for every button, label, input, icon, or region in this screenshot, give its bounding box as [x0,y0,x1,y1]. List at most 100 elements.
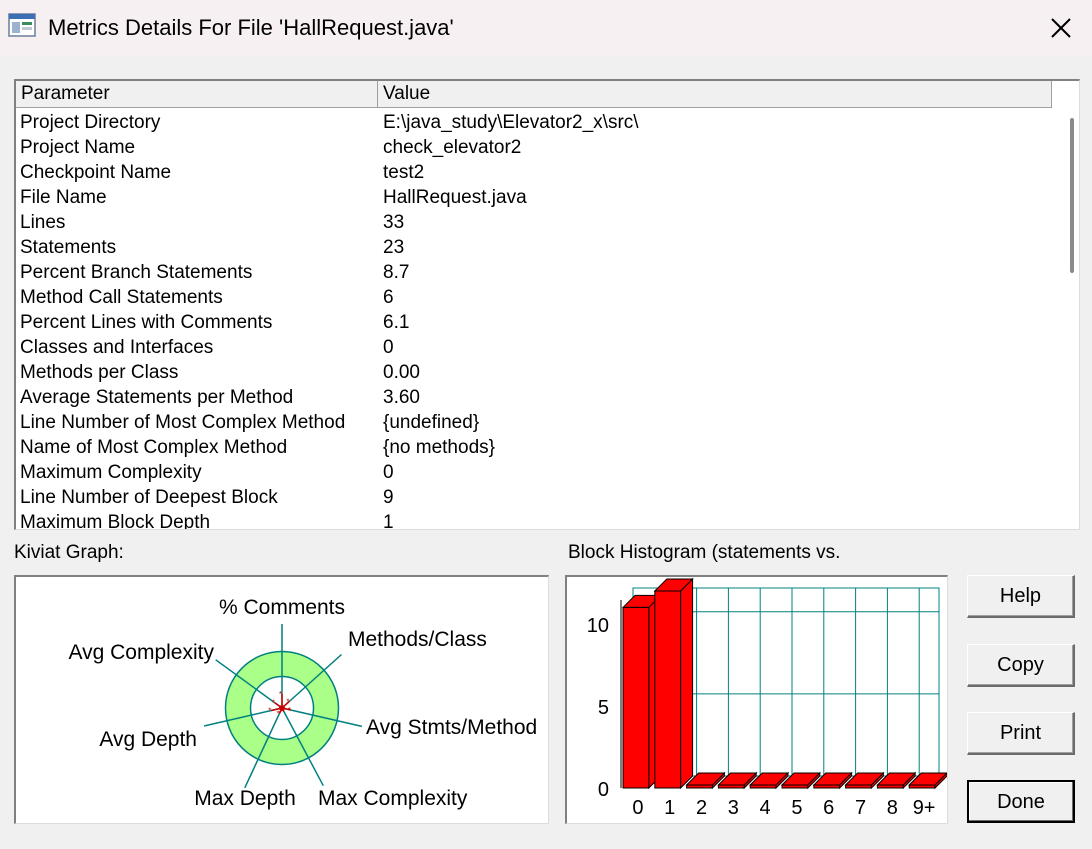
kiviat-value-point: * [268,707,271,716]
table-row[interactable]: Maximum Complexity 0 [16,460,1052,485]
parameter-cell: Methods per Class [20,362,179,383]
histogram-x-tick: 9+ [913,797,936,819]
parameter-cell: Project Name [20,137,136,158]
histogram-x-tick: 4 [760,797,771,819]
kiviat-value-point: * [277,709,280,718]
value-cell: 1 [383,512,394,530]
table-row[interactable]: Method Call Statements 6 [16,285,1052,310]
parameter-cell: Percent Branch Statements [20,262,253,283]
histogram-bar [654,590,682,789]
kiviat-axis-label: Max Complexity [318,787,468,810]
histogram-x-tick: 2 [696,797,707,819]
value-cell: 9 [383,487,394,508]
value-cell: E:\java_study\Elevator2_x\src\ [383,112,639,133]
kiviat-axis-label: Avg Complexity [68,641,214,664]
table-row[interactable]: Lines 33 [16,210,1052,235]
parameter-cell: Line Number of Deepest Block [20,487,278,508]
table-row[interactable]: Checkpoint Name test2 [16,160,1052,185]
histogram-bar [813,784,841,789]
column-header-parameter[interactable]: Parameter [16,81,378,108]
value-cell: {no methods} [383,437,495,458]
table-row[interactable]: Line Number of Most Complex Method {undef… [16,410,1052,435]
kiviat-value-point: * [279,690,282,699]
table-row[interactable]: Average Statements per Method 3.60 [16,385,1052,410]
title-bar: Metrics Details For File 'HallRequest.ja… [0,0,1092,56]
parameter-cell: Project Directory [20,112,161,133]
parameter-cell: Checkpoint Name [20,162,172,183]
histogram-bar [781,784,809,789]
app-window-icon [8,13,36,37]
histogram-bar [717,784,745,789]
histogram-bar [845,784,872,789]
parameter-cell: Method Call Statements [20,287,223,308]
table-row[interactable]: Percent Lines with Comments 6.1 [16,310,1052,335]
table-row[interactable]: Classes and Interfaces 0 [16,335,1052,360]
kiviat-axis-label: Max Depth [194,787,296,810]
value-cell: 8.7 [383,262,410,283]
kiviat-graph-panel: * % Comments * Methods/Class * Avg Stmts/Meth… [14,575,549,824]
parameter-cell: Statements [20,237,117,258]
kiviat-value-point: * [272,699,275,708]
value-cell: 6.1 [383,312,410,333]
histogram-bar [749,784,777,789]
table-row[interactable]: Line Number of Deepest Block 9 [16,485,1052,510]
table-row[interactable]: Methods per Class 0.00 [16,360,1052,385]
parameter-cell: Average Statements per Method [20,387,294,408]
value-cell: HallRequest.java [383,187,527,208]
value-cell: 23 [383,237,405,258]
kiviat-axis-label: Methods/Class [348,628,487,651]
value-cell: 0 [383,337,394,358]
vertical-scrollbar[interactable] [1064,108,1079,529]
print-button[interactable]: Print [967,712,1075,755]
table-row[interactable]: Maximum Block Depth 1 [16,510,1052,530]
histogram-bar [622,606,650,789]
scrollbar-thumb[interactable] [1070,118,1074,273]
histogram-bar [686,784,713,789]
kiviat-value-point: * [288,706,291,715]
histogram-x-tick: 1 [664,797,675,819]
kiviat-graph-label: Kiviat Graph: [14,542,124,563]
value-cell: 0 [383,462,394,483]
value-cell: 6 [383,287,394,308]
table-row[interactable]: Name of Most Complex Method {no methods} [16,435,1052,460]
close-button[interactable] [1030,0,1092,56]
table-row[interactable]: Project Name check_elevator2 [16,135,1052,160]
histogram-x-tick: 7 [855,797,866,819]
parameter-cell: Line Number of Most Complex Method [20,412,346,433]
table-row[interactable]: File Name HallRequest.java [16,185,1052,210]
value-cell: 0.00 [383,362,420,383]
block-histogram-panel: 0 5 10 0 1 2 3 4 5 6 7 8 9+ [565,575,949,824]
parameter-cell: Maximum Complexity [20,462,202,483]
histogram-x-tick: 3 [728,797,739,819]
kiviat-value-point: * [286,697,289,706]
kiviat-axis-label: Avg Stmts/Method [366,716,537,739]
parameter-cell: Percent Lines with Comments [20,312,273,333]
table-row[interactable]: Statements 23 [16,235,1052,260]
close-icon [1051,18,1071,38]
block-histogram-label: Block Histogram (statements vs. [568,542,841,563]
histogram-x-tick: 0 [632,797,643,819]
copy-button[interactable]: Copy [967,644,1075,687]
kiviat-graph: * % Comments * Methods/Class * Avg Stmts/Meth… [68,596,537,810]
parameter-cell: Maximum Block Depth [20,512,211,530]
column-header-value[interactable]: Value [378,81,1052,108]
table-row[interactable]: Project Directory E:\java_study\Elevator2… [16,110,1052,135]
value-cell: test2 [383,162,425,183]
histogram-x-tick: 5 [791,797,802,819]
metrics-table[interactable]: Parameter Value Project Directory E:\java… [14,79,1080,530]
value-cell: 3.60 [383,387,420,408]
parameter-cell: Lines [20,212,66,233]
kiviat-center [279,705,285,711]
parameter-cell: Classes and Interfaces [20,337,214,358]
histogram-y-tick: 10 [587,615,609,637]
block-histogram-chart: 05100 1 2 3 4 5 6 7 8 9+ [587,577,949,819]
table-row[interactable]: Percent Branch Statements 8.7 [16,260,1052,285]
histogram-bar-side [680,577,694,790]
help-button[interactable]: Help [967,575,1075,618]
histogram-x-tick: 8 [887,797,898,819]
parameter-cell: Name of Most Complex Method [20,437,288,458]
histogram-x-tick: 6 [823,797,834,819]
value-cell: 33 [383,212,405,233]
histogram-bar [876,784,904,789]
done-button[interactable]: Done [967,780,1075,823]
